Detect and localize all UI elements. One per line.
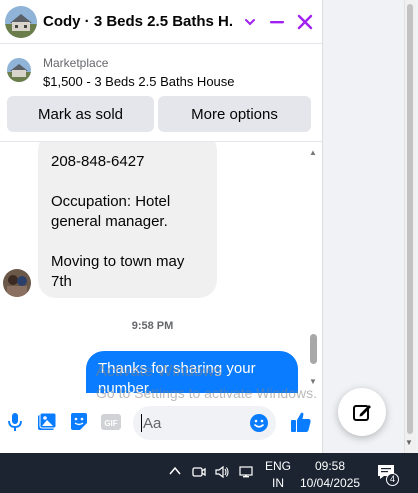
activation-watermark-title: Activate Windows (96, 363, 223, 380)
svg-text:GIF: GIF (104, 419, 117, 428)
compose-icon (353, 405, 371, 421)
listing-thumbnail[interactable] (7, 58, 31, 82)
clock-time[interactable]: 09:58 (315, 459, 345, 473)
message-composer: GIF Aa (0, 393, 322, 453)
gif-icon[interactable]: GIF (100, 411, 122, 433)
marketplace-listing: Marketplace $1,500 - 3 Beds 2.5 Baths Ho… (0, 44, 322, 142)
network-icon[interactable] (238, 464, 254, 483)
notification-count-badge: 4 (386, 473, 399, 486)
emoji-icon[interactable] (249, 413, 269, 438)
message-line: 208-848-6427 (51, 153, 145, 170)
message-timestamp: 9:58 PM (131, 320, 174, 332)
message-input[interactable]: Aa (133, 406, 276, 440)
windows-taskbar: ENG IN 09:58 10/04/2025 4 (0, 453, 418, 493)
page-scrollbar-thumb[interactable] (407, 4, 413, 434)
language-indicator-top[interactable]: ENG (265, 459, 291, 473)
message-line (51, 172, 204, 192)
message-line (51, 232, 204, 252)
listing-source: Marketplace (43, 56, 109, 70)
sticker-icon[interactable] (68, 411, 90, 433)
chat-title[interactable]: Cody · 3 Beds 2.5 Baths H... (43, 13, 233, 30)
scroll-up-icon[interactable]: ▲ (309, 148, 317, 157)
message-placeholder: Aa (143, 415, 162, 432)
message-scrollbar-thumb[interactable] (310, 334, 317, 364)
new-message-button[interactable] (338, 388, 386, 436)
page-scroll-down-icon[interactable]: ▼ (405, 438, 413, 447)
tray-expand-icon[interactable] (168, 464, 182, 481)
message-list[interactable]: 208-848-6427 Occupation: Hotel general m… (0, 142, 322, 393)
speaker-icon[interactable] (214, 464, 230, 483)
chevron-down-icon[interactable] (238, 10, 262, 34)
contact-avatar[interactable] (5, 6, 37, 38)
message-line: Occupation: Hotel general manager. (51, 193, 171, 230)
microphone-icon[interactable] (4, 411, 26, 433)
thumbs-up-icon[interactable] (289, 410, 313, 434)
minimize-icon[interactable] (265, 10, 289, 34)
activation-watermark-subtitle: Go to Settings to activate Windows. (96, 385, 317, 401)
more-options-button[interactable]: More options (158, 96, 311, 132)
incoming-message: 208-848-6427 Occupation: Hotel general m… (38, 142, 217, 298)
clock-date[interactable]: 10/04/2025 (300, 476, 360, 490)
sender-avatar[interactable] (3, 269, 31, 297)
chat-header: Cody · 3 Beds 2.5 Baths H... (0, 0, 322, 44)
meet-now-icon[interactable] (191, 464, 207, 483)
photo-icon[interactable] (36, 411, 58, 433)
close-icon[interactable] (293, 10, 317, 34)
language-indicator-bottom[interactable]: IN (272, 476, 284, 490)
message-line: Moving to town may 7th (51, 253, 185, 290)
text-caret (141, 414, 142, 432)
listing-title[interactable]: $1,500 - 3 Beds 2.5 Baths House (43, 74, 235, 89)
mark-as-sold-button[interactable]: Mark as sold (7, 96, 154, 132)
chat-window: Cody · 3 Beds 2.5 Baths H... Marketplace… (0, 0, 323, 453)
